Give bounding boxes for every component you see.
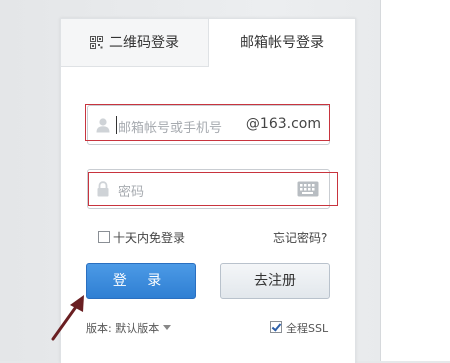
ssl-label: 全程SSL (286, 322, 329, 335)
version-selector[interactable]: 版本: 默认版本 (86, 320, 172, 336)
tab-qr-label: 二维码登录 (109, 35, 179, 51)
tab-qr-login[interactable]: 二维码登录 (61, 19, 209, 67)
chevron-down-icon (163, 325, 172, 330)
tab-email-label: 邮箱帐号登录 (240, 35, 324, 51)
ssl-checkbox[interactable] (270, 321, 282, 333)
annotation-arrow-icon (51, 295, 84, 341)
remember-checkbox[interactable] (98, 231, 110, 243)
qr-code-icon (90, 21, 103, 69)
remember-me[interactable]: 十天内免登录 (98, 229, 185, 246)
version-label: 版本: 默认版本 (86, 322, 160, 335)
ssl-option[interactable]: 全程SSL (270, 320, 328, 336)
highlight-box-username (85, 104, 330, 141)
register-button[interactable]: 去注册 (220, 263, 330, 299)
highlight-box-password (88, 172, 338, 206)
remember-label: 十天内免登录 (113, 231, 186, 245)
login-tabs: 二维码登录 邮箱帐号登录 (61, 19, 355, 67)
right-side-area (380, 0, 450, 361)
tab-email-login[interactable]: 邮箱帐号登录 (209, 19, 355, 67)
login-button[interactable]: 登 录 (86, 263, 196, 299)
forgot-password-link[interactable]: 忘记密码? (273, 229, 327, 246)
